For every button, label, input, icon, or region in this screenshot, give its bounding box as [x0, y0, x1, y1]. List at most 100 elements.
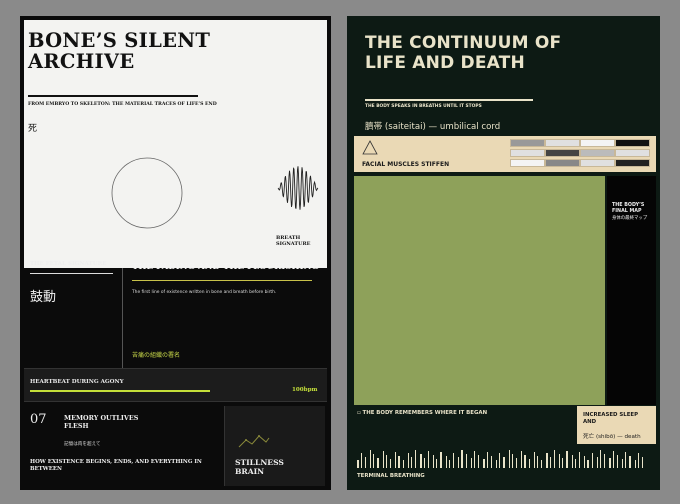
barcode-bar: [635, 460, 636, 468]
barcode-bar: [446, 456, 447, 468]
poster-continuum: THE CONTINUUM OF LIFE AND DEATH THE BODY…: [347, 16, 660, 490]
facial-panel: FACIAL MUSCLES STIFFEN: [354, 136, 506, 172]
breathing-barcode: [357, 450, 643, 468]
barcode-bar: [365, 457, 366, 468]
grid-cell: [615, 149, 650, 157]
body-map-panel: THE BODY’S FINAL MAP 身体の最終マップ: [607, 176, 656, 405]
barcode-bar: [559, 454, 560, 468]
facial-label: FACIAL MUSCLES STIFFEN: [362, 161, 450, 168]
green-field: [354, 176, 605, 405]
barcode-bar: [373, 454, 374, 468]
barcode-bar: [587, 460, 589, 468]
fetal-rule: [30, 273, 113, 274]
how-existence-text: HOW EXISTENCE BEGINS, ENDS, AND EVERYTHI…: [30, 459, 202, 472]
title-rule: [365, 99, 533, 101]
barcode-bar: [521, 451, 522, 468]
grid-cell: [580, 139, 615, 147]
barcode-bar: [453, 453, 454, 468]
barcode-bar: [516, 458, 517, 468]
heartbeat-label: HEARTBEAT DURING AGONY: [30, 379, 124, 385]
heartbeat-kanji: 鼓動: [30, 290, 57, 305]
barcode-bar: [408, 453, 409, 468]
fetal-signature-label: THE FETAL SIGNATURE: [30, 261, 107, 267]
barcode-bar: [415, 450, 416, 468]
sleep-en: INCREASED SLEEP AND: [583, 412, 639, 425]
memory-jp: 記憶は肉を超えて: [64, 442, 101, 447]
barcode-bar: [357, 460, 359, 468]
barcode-bar: [499, 453, 500, 468]
barcode-bar: [579, 452, 580, 468]
barcode-bar: [361, 453, 362, 468]
barcode-bar: [474, 451, 475, 468]
barcode-bar: [390, 459, 391, 468]
barcode-bar: [496, 460, 497, 468]
barcode-bar: [509, 450, 510, 468]
sleep-panel: INCREASED SLEEP AND 死亡 (shibō) — death: [577, 406, 656, 444]
barcode-bar: [597, 457, 598, 468]
barcode-bar: [449, 460, 450, 468]
barcode-bar: [534, 452, 535, 468]
barcode-bar: [554, 450, 555, 468]
poster-title: THE CONTINUUM OF LIFE AND DEATH: [365, 33, 562, 73]
stillness-label: STILLNESS BRAIN: [235, 458, 284, 476]
barcode-bar: [638, 453, 639, 468]
heartbeat-band: HEARTBEAT DURING AGONY 100bpm: [24, 368, 327, 402]
barcode-bar: [622, 459, 623, 468]
triangle-icon: [362, 140, 378, 155]
grid-cell: [580, 149, 615, 157]
section-number: 07: [30, 412, 47, 427]
barcode-bar: [377, 458, 379, 468]
barcode-bar: [458, 457, 459, 468]
barcode-bar: [411, 457, 412, 468]
bpm-value: 100bpm: [292, 387, 318, 393]
barcode-bar: [386, 455, 387, 468]
barcode-bar: [483, 459, 485, 468]
terminal-breathing-label: TERMINAL BREATHING: [357, 473, 425, 479]
remembers-label: ▫ THE BODY REMEMBERS WHERE IT BEGAN: [357, 410, 488, 416]
barcode-bar: [572, 455, 573, 468]
grid-cell: [510, 139, 545, 147]
barcode-bar: [541, 460, 542, 468]
barcode-bar: [466, 454, 467, 468]
barcode-bar: [625, 452, 626, 468]
barcode-bar: [566, 451, 568, 468]
death-kanji: 死: [28, 124, 38, 134]
barcode-bar: [424, 458, 425, 468]
barcode-bar: [478, 455, 479, 468]
barcode-bar: [529, 459, 530, 468]
body-map-jp: 身体の最終マップ: [612, 216, 648, 221]
barcode-bar: [403, 460, 404, 468]
poster-bones-silent-archive: BONE’S SILENT ARCHIVE FROM EMBRYO TO SKE…: [20, 16, 331, 490]
barcode-bar: [592, 453, 593, 468]
barcode-bar: [604, 454, 605, 468]
barcode-bar: [461, 450, 463, 468]
barcode-bar: [503, 457, 505, 468]
barcode-bar: [383, 451, 384, 468]
grid-cell: [545, 139, 580, 147]
death-jp: 死亡 (shibō) — death: [583, 434, 641, 440]
barcode-bar: [613, 451, 614, 468]
body-map-en: THE BODY’S FINAL MAP: [612, 203, 645, 214]
barcode-bar: [420, 454, 422, 468]
grid-cell: [580, 159, 615, 167]
pattern-grid: [506, 136, 656, 172]
grid-cell: [545, 149, 580, 157]
poster-subtitle: FROM EMBRYO TO SKELETON: THE MATERIAL TR…: [28, 102, 217, 107]
barcode-bar: [537, 456, 538, 468]
circle-graphic: [111, 157, 183, 229]
barcode-bar: [370, 450, 371, 468]
grid-cell: [510, 149, 545, 157]
pain-signature-jp: 苦痛の組織の署名: [132, 352, 181, 359]
barcode-bar: [395, 452, 396, 468]
barcode-bar: [436, 459, 437, 468]
barcode-bar: [562, 458, 563, 468]
breath-wave-icon: [277, 166, 319, 210]
heartbeat-progress-bar: [30, 390, 210, 392]
sparkline-icon: [238, 435, 270, 448]
barcode-bar: [512, 454, 513, 468]
remembers-text: THE BODY REMEMBERS WHERE IT BEGAN: [362, 410, 488, 416]
barcode-bar: [600, 450, 601, 468]
poster-title: BONE’S SILENT ARCHIVE: [28, 29, 211, 73]
barcode-bar: [584, 456, 585, 468]
barcode-bar: [609, 458, 611, 468]
